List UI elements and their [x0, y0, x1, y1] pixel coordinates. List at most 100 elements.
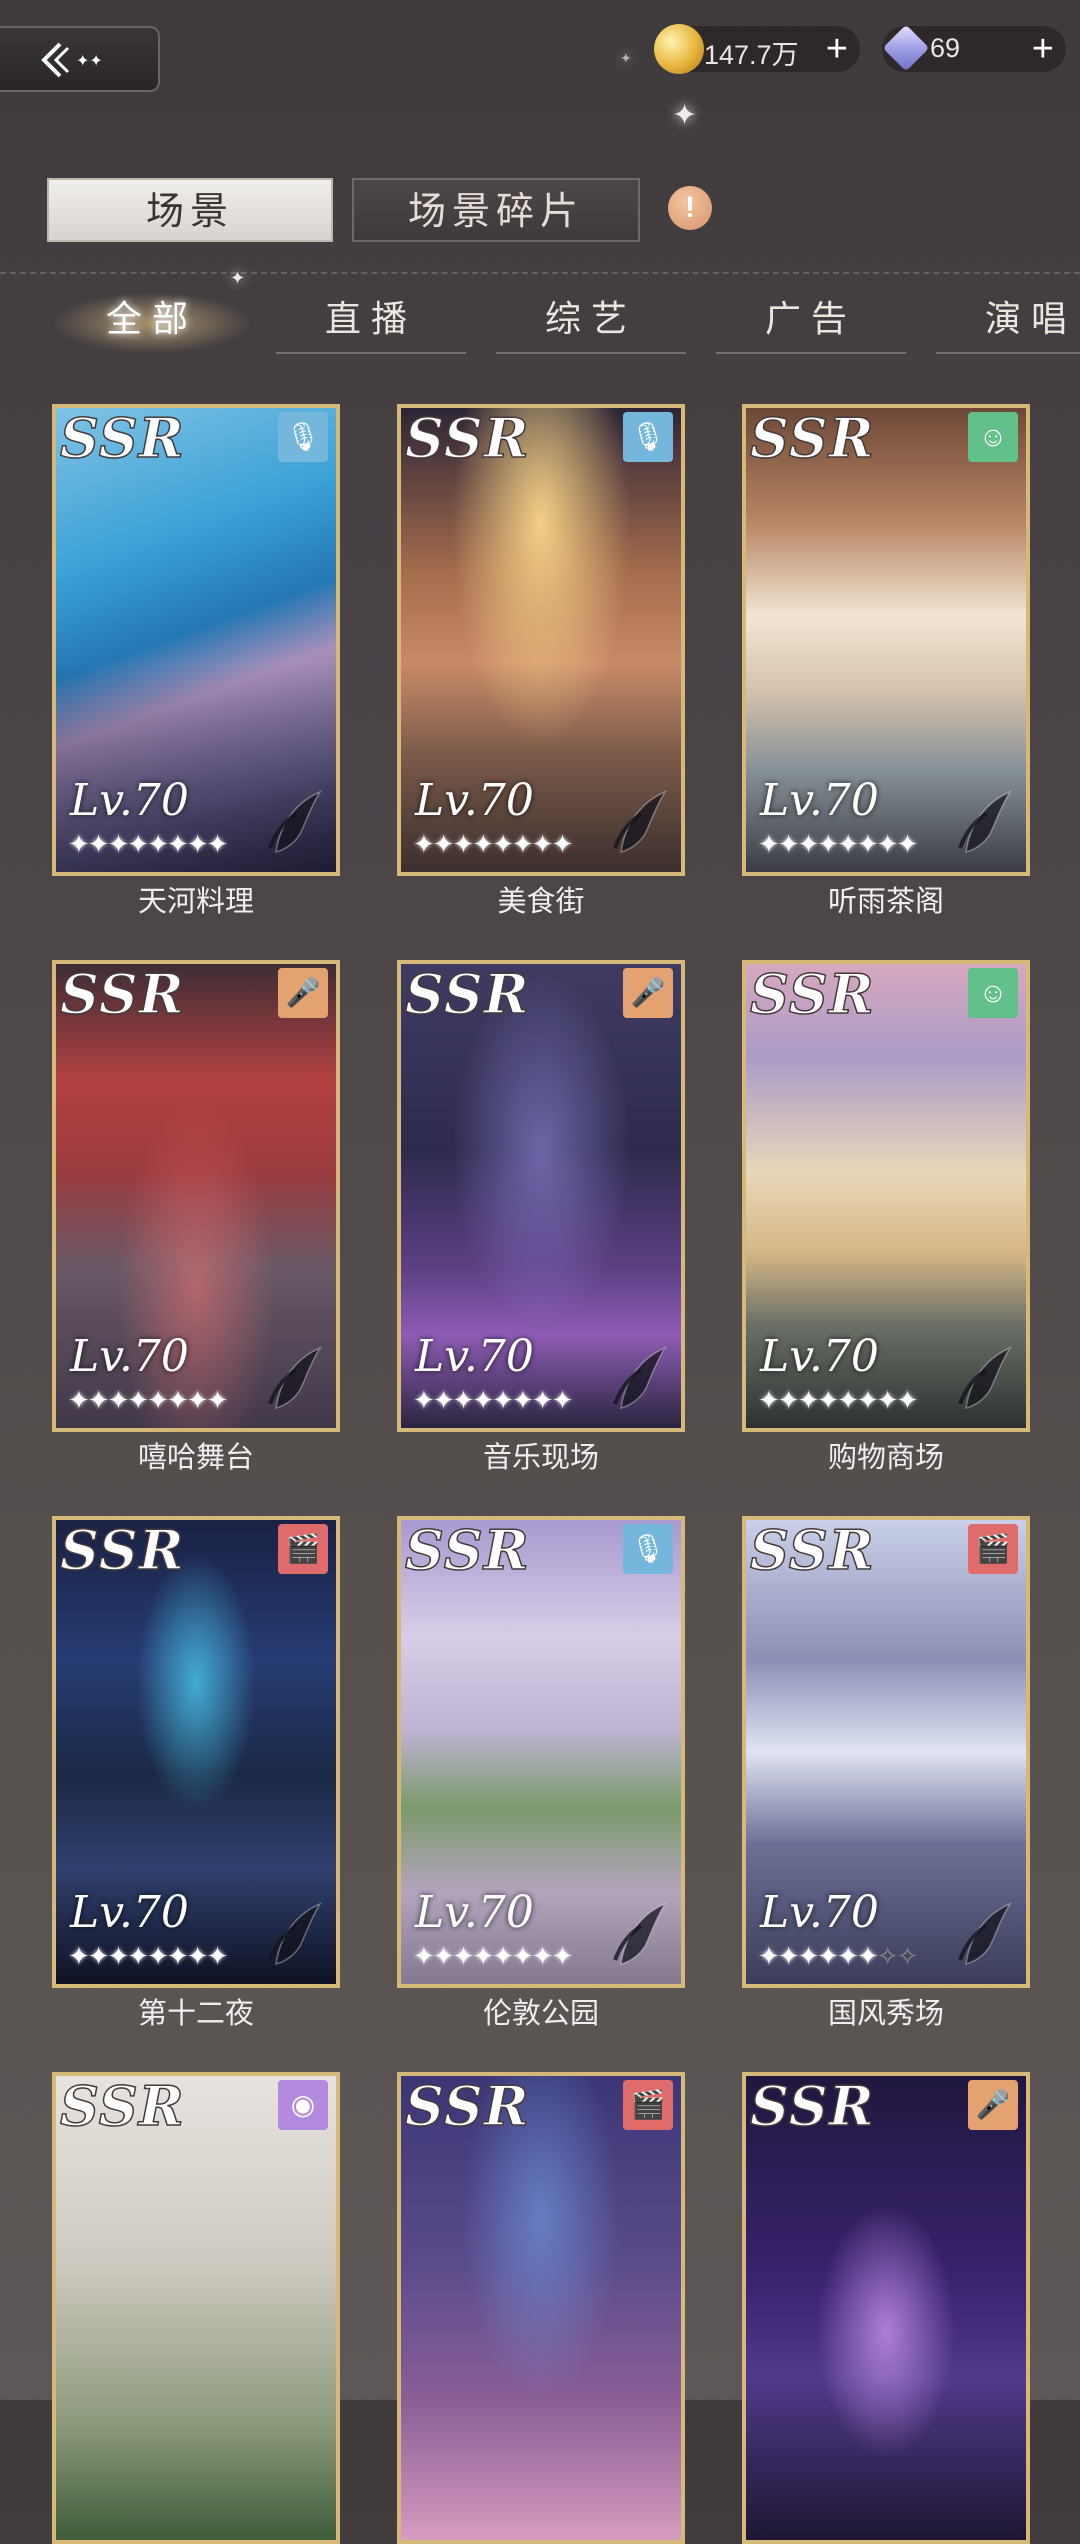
mic-icon: 🎙: [623, 412, 673, 462]
star-filled-icon: ✦: [68, 1385, 90, 1415]
scene-card[interactable]: SSR 🎙 Lv.70 ✦✦✦✦✦✦✦✦: [397, 1516, 685, 1988]
sparkle-decoration: ✦: [672, 99, 698, 132]
rarity-label: SSR: [749, 406, 875, 471]
scene-artwork: [746, 2076, 1026, 2540]
clapperboard-icon: 🎬: [278, 1524, 328, 1574]
star-filled-icon: ✦: [511, 829, 534, 859]
feather-emblem-icon: [268, 790, 322, 853]
scene-name: 购物商场: [827, 1442, 944, 1474]
scene-card[interactable]: SSR 🎙 Lv.70 ✦✦✦✦✦✦✦✦: [52, 404, 340, 876]
filter-concert[interactable]: 演唱: [936, 290, 1080, 354]
handheld-mic-icon: 🎤: [968, 2080, 1018, 2130]
add-gems-button[interactable]: +: [1032, 26, 1054, 72]
level-label: Lv.70: [760, 775, 879, 826]
filter-live[interactable]: 直播: [276, 290, 466, 354]
star-filled-icon: ✦: [876, 1385, 899, 1415]
scene-card[interactable]: SSR 🎤 Lv.70 ✦✦✦✦✦✦✦✦: [397, 960, 685, 1432]
scene-card[interactable]: SSR 🎬 Lv.70 ✦✦✦✦✦✦✧✧: [742, 1516, 1030, 1988]
scene-card[interactable]: SSR ◉: [52, 2072, 340, 2544]
star-filled-icon: ✦: [531, 1385, 554, 1415]
star-filled-icon: ✦: [413, 829, 435, 859]
star-filled-icon: ✦: [511, 1941, 534, 1971]
scene-artwork: [401, 2076, 681, 2540]
tab-scene-fragments-label: 场景碎片: [407, 189, 584, 233]
add-coins-button[interactable]: +: [826, 26, 848, 72]
star-filled-icon: ✦: [531, 829, 554, 859]
scene-name: 听雨茶阁: [827, 886, 944, 918]
star-filled-icon: ✦: [127, 1385, 149, 1415]
scene-card[interactable]: SSR 🎤 Lv.70 ✦✦✦✦✦✦✦✦: [52, 960, 340, 1432]
star-filled-icon: ✦: [817, 829, 839, 859]
star-filled-icon: ✦: [206, 1385, 229, 1415]
star-rating: ✦✦✦✦✦✦✦✦: [758, 1385, 919, 1416]
star-filled-icon: ✦: [166, 1385, 189, 1415]
star-filled-icon: ✦: [68, 1941, 90, 1971]
star-filled-icon: ✦: [452, 1941, 475, 1971]
filter-ads[interactable]: 广告: [716, 290, 906, 354]
star-filled-icon: ✦: [472, 829, 494, 859]
scene-card[interactable]: SSR 🎙 Lv.70 ✦✦✦✦✦✦✦✦: [397, 404, 685, 876]
star-filled-icon: ✦: [758, 829, 780, 859]
filter-underline: [276, 352, 466, 354]
star-filled-icon: ✦: [492, 829, 514, 859]
scene-card[interactable]: SSR ☺ Lv.70 ✦✦✦✦✦✦✦✦: [742, 960, 1030, 1432]
star-filled-icon: ✦: [166, 1941, 189, 1971]
rarity-label: SSR: [59, 2074, 185, 2139]
scene-card[interactable]: SSR 🎤: [742, 2072, 1030, 2544]
scene-name: 国风秀场: [827, 1998, 944, 2030]
level-label: Lv.70: [415, 1331, 534, 1382]
feather-emblem-icon: [268, 1346, 322, 1409]
star-filled-icon: ✦: [127, 1941, 149, 1971]
star-filled-icon: ✦: [797, 829, 820, 859]
rarity-label: SSR: [404, 2074, 530, 2139]
scene-card[interactable]: SSR ☺ Lv.70 ✦✦✦✦✦✦✦✦: [742, 404, 1030, 876]
rarity-label: SSR: [749, 1518, 875, 1583]
star-filled-icon: ✦: [166, 829, 189, 859]
coin-value: 147.7万: [704, 40, 799, 70]
star-filled-icon: ✦: [758, 1385, 780, 1415]
scene-name: 天河料理: [137, 886, 254, 918]
smile-icon: ☺: [968, 412, 1018, 462]
star-filled-icon: ✦: [551, 1385, 574, 1415]
scene-name: 音乐现场: [482, 1442, 599, 1474]
filter-variety[interactable]: 综艺: [496, 290, 686, 354]
star-rating: ✦✦✦✦✦✦✦✦: [413, 829, 573, 860]
filter-underline: [716, 352, 906, 354]
star-filled-icon: ✦: [797, 1385, 820, 1415]
star-empty-icon: ✧: [896, 1941, 919, 1971]
sparkle-decoration: ✦: [620, 50, 632, 66]
handheld-mic-icon: 🎤: [278, 968, 328, 1018]
rarity-label: SSR: [404, 1518, 530, 1583]
star-filled-icon: ✦: [432, 1385, 455, 1415]
scene-name: 伦敦公园: [482, 1998, 599, 2030]
back-button[interactable]: ✦✦: [0, 26, 160, 92]
scene-card[interactable]: SSR 🎬 Lv.70 ✦✦✦✦✦✦✦✦: [52, 1516, 340, 1988]
gem-value: 69: [930, 33, 961, 63]
star-rating: ✦✦✦✦✦✦✦✦: [68, 1385, 229, 1416]
scene-card[interactable]: SSR 🎬: [397, 2072, 685, 2544]
star-filled-icon: ✦: [817, 1941, 839, 1971]
filter-ads-label: 广告: [764, 299, 857, 340]
feather-emblem-icon: [268, 1902, 322, 1965]
star-filled-icon: ✦: [206, 1941, 229, 1971]
star-filled-icon: ✦: [797, 1941, 820, 1971]
star-filled-icon: ✦: [896, 1385, 919, 1415]
level-label: Lv.70: [760, 1887, 879, 1938]
star-filled-icon: ✦: [758, 1941, 780, 1971]
info-button[interactable]: !: [668, 186, 712, 230]
mic-icon: 🎙: [278, 412, 328, 462]
filter-all[interactable]: 全部: [52, 290, 252, 354]
tab-scenes[interactable]: 场景: [47, 178, 333, 242]
star-filled-icon: ✦: [413, 1941, 435, 1971]
star-filled-icon: ✦: [107, 829, 130, 859]
tab-scene-fragments[interactable]: 场景碎片: [352, 178, 640, 242]
scene-name: 美食街: [497, 886, 585, 918]
star-rating: ✦✦✦✦✦✦✦✦: [68, 1941, 229, 1972]
star-filled-icon: ✦: [817, 1385, 839, 1415]
rarity-label: SSR: [404, 406, 530, 471]
star-filled-icon: ✦: [432, 1941, 455, 1971]
star-rating: ✦✦✦✦✦✦✦✦: [758, 829, 918, 860]
star-empty-icon: ✧: [876, 1941, 899, 1971]
rarity-label: SSR: [749, 962, 875, 1027]
star-filled-icon: ✦: [777, 829, 800, 859]
